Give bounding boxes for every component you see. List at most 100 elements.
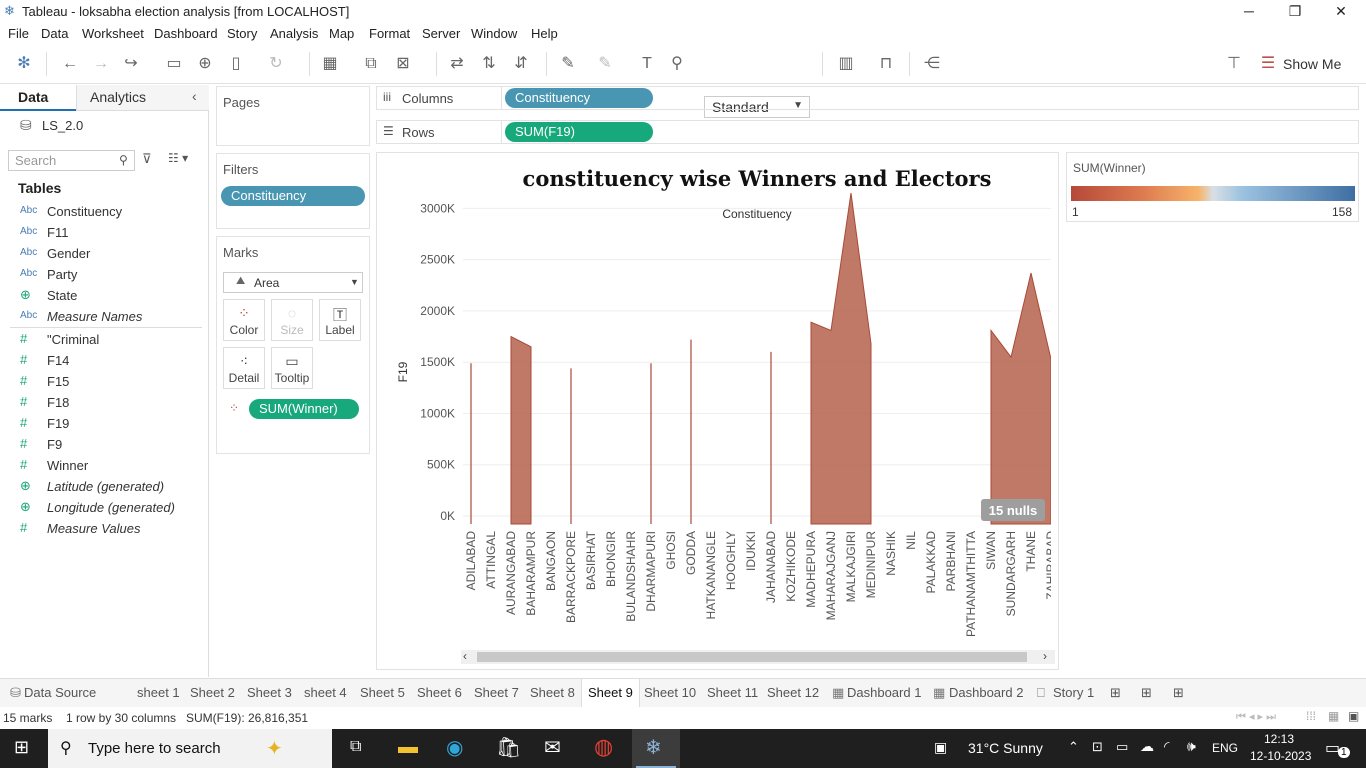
- null-indicator[interactable]: 15 nulls: [981, 499, 1045, 521]
- x-tick-label[interactable]: PALAKKAD: [924, 531, 938, 594]
- menu-map[interactable]: Map: [329, 26, 354, 41]
- new-story-tab-icon[interactable]: ⊞: [1173, 685, 1184, 701]
- tab-sheet-8[interactable]: Sheet 8: [530, 685, 575, 700]
- horizontal-scrollbar[interactable]: ‹ ›: [461, 649, 1055, 664]
- field-item[interactable]: # F18: [0, 394, 200, 414]
- tab-sheet-11[interactable]: Sheet 11: [707, 685, 758, 700]
- field-item[interactable]: # Measure Values: [0, 520, 200, 540]
- x-tick-label[interactable]: ADILABAD: [464, 531, 478, 591]
- scroll-left-icon[interactable]: ‹: [463, 649, 467, 663]
- x-tick-label[interactable]: MEDINIPUR: [864, 531, 878, 599]
- new-worksheet-tab-icon[interactable]: ⊞: [1110, 685, 1121, 701]
- show-cards-icon[interactable]: ▥: [836, 54, 856, 74]
- replace-data-icon[interactable]: ↪: [121, 54, 141, 74]
- battery-icon[interactable]: ▭: [1116, 739, 1128, 755]
- x-tick-label[interactable]: BANGAON: [544, 531, 558, 591]
- menu-data[interactable]: Data: [41, 26, 68, 41]
- search-field[interactable]: Search ⚲: [8, 150, 135, 171]
- field-item[interactable]: ⊕ Latitude (generated): [0, 478, 200, 498]
- save-icon[interactable]: ▭: [164, 54, 184, 74]
- size-button[interactable]: ◌ Size: [271, 299, 313, 341]
- share-icon[interactable]: ⋲: [922, 54, 942, 74]
- x-tick-label[interactable]: BASIRHAT: [584, 530, 598, 590]
- tableau-taskbar-icon[interactable]: ❄: [645, 735, 662, 760]
- taskbar-search[interactable]: ⚲ Type here to search ✦: [48, 729, 332, 768]
- store-icon[interactable]: 🛍: [496, 735, 521, 760]
- file-explorer-icon[interactable]: ▬: [398, 736, 418, 759]
- view-options-icon[interactable]: ☷ ▾: [168, 151, 188, 165]
- color-button[interactable]: ⁘ Color: [223, 299, 265, 341]
- x-tick-label[interactable]: PARBHANI: [944, 531, 958, 591]
- x-tick-label[interactable]: PATHANAMTHITTA: [964, 531, 978, 637]
- x-tick-label[interactable]: BULANDSHAHR: [624, 531, 638, 622]
- scrollbar-thumb[interactable]: [477, 652, 1027, 662]
- area-chart[interactable]: constituency wise Winners and Electors C…: [377, 153, 1060, 671]
- pages-card[interactable]: Pages: [216, 86, 370, 146]
- x-tick-label[interactable]: ZAHIRABAD: [1044, 531, 1058, 600]
- color-legend[interactable]: SUM(Winner) 1 158: [1066, 152, 1359, 222]
- x-tick-label[interactable]: SUNDARGARH: [1004, 531, 1018, 616]
- x-tick-label[interactable]: MAHARAJGANJ: [824, 531, 838, 620]
- tab-sheet-5[interactable]: Sheet 5: [360, 685, 405, 700]
- x-tick-label[interactable]: MALKAJGIRI: [844, 531, 858, 602]
- x-tick-label[interactable]: NIL: [904, 531, 918, 550]
- group-members-icon[interactable]: ✎: [595, 54, 615, 74]
- weather-text[interactable]: 31°C Sunny: [968, 740, 1043, 756]
- menu-story[interactable]: Story: [227, 26, 257, 41]
- onedrive-icon[interactable]: ☁: [1140, 738, 1154, 755]
- restore-button[interactable]: ❐: [1272, 0, 1318, 24]
- x-tick-label[interactable]: BARRACKPORE: [564, 531, 578, 623]
- x-tick-label[interactable]: IDUKKI: [744, 531, 758, 571]
- tab-story-1[interactable]: Story 1: [1053, 685, 1094, 700]
- filters-card[interactable]: Filters Constituency: [216, 153, 370, 229]
- tooltip-button[interactable]: ▭ Tooltip: [271, 347, 313, 389]
- menu-format[interactable]: Format: [369, 26, 410, 41]
- mail-icon[interactable]: ✉: [544, 735, 561, 760]
- chrome-icon[interactable]: ◍: [594, 734, 613, 760]
- area-mark[interactable]: [810, 193, 872, 525]
- clock-time[interactable]: 12:13: [1264, 732, 1294, 746]
- swap-rows-columns-icon[interactable]: ⇄: [447, 54, 467, 74]
- sort-descending-icon[interactable]: ⇵: [511, 54, 531, 74]
- field-item[interactable]: Abc Party: [0, 266, 200, 286]
- columns-pill-constituency[interactable]: Constituency: [505, 88, 653, 108]
- field-item[interactable]: Abc F11: [0, 224, 200, 244]
- task-view-icon[interactable]: ⧉: [350, 738, 361, 756]
- color-pill-winner[interactable]: SUM(Winner): [249, 399, 359, 419]
- field-item[interactable]: # F9: [0, 436, 200, 456]
- field-item[interactable]: Abc Constituency: [0, 203, 200, 223]
- tab-dashboard-1[interactable]: Dashboard 1: [847, 685, 921, 700]
- menu-dashboard[interactable]: Dashboard: [154, 26, 218, 41]
- x-tick-label[interactable]: ATTINGAL: [484, 531, 498, 589]
- rows-shelf[interactable]: ☰ Rows SUM(F19): [376, 120, 1359, 144]
- collapse-pane-icon[interactable]: ‹: [192, 88, 197, 104]
- volume-icon[interactable]: 🕪: [1187, 738, 1196, 755]
- x-tick-label[interactable]: NASHIK: [884, 531, 898, 576]
- tab-sheet-7[interactable]: Sheet 7: [474, 685, 519, 700]
- tab-data[interactable]: Data: [18, 89, 48, 105]
- field-item[interactable]: # Winner: [0, 457, 200, 477]
- tab-sheet-12[interactable]: Sheet 12: [767, 685, 819, 700]
- x-tick-label[interactable]: JAHANABAD: [764, 531, 778, 603]
- tableau-home-icon[interactable]: ✻: [14, 54, 34, 74]
- mark-type-select[interactable]: ⛰ Area ▼: [223, 272, 363, 293]
- show-mark-labels-icon[interactable]: T: [637, 54, 657, 74]
- tray-app-icon[interactable]: ⊡: [1092, 739, 1103, 755]
- show-me-button[interactable]: Show Me: [1283, 56, 1341, 72]
- label-button[interactable]: 🅃 Label: [319, 299, 361, 341]
- tab-sheet-1[interactable]: sheet 1: [137, 685, 180, 700]
- presentation-mode-icon[interactable]: ⊓: [876, 54, 896, 74]
- field-item[interactable]: Abc Measure Names: [0, 308, 200, 328]
- menu-help[interactable]: Help: [531, 26, 558, 41]
- tab-sheet-6[interactable]: Sheet 6: [417, 685, 462, 700]
- close-button[interactable]: ✕: [1318, 0, 1364, 24]
- columns-shelf[interactable]: iii Columns Constituency: [376, 86, 1359, 110]
- new-worksheet-icon[interactable]: ▦: [320, 54, 340, 74]
- redo-icon[interactable]: →: [91, 54, 111, 74]
- x-tick-label[interactable]: SIWAN: [984, 531, 998, 570]
- duplicate-sheet-icon[interactable]: ⧉: [361, 54, 381, 74]
- undo-icon[interactable]: ←: [60, 54, 80, 74]
- field-item[interactable]: # F19: [0, 415, 200, 435]
- tab-sheet-4[interactable]: sheet 4: [304, 685, 347, 700]
- edge-icon[interactable]: ◉: [446, 735, 463, 760]
